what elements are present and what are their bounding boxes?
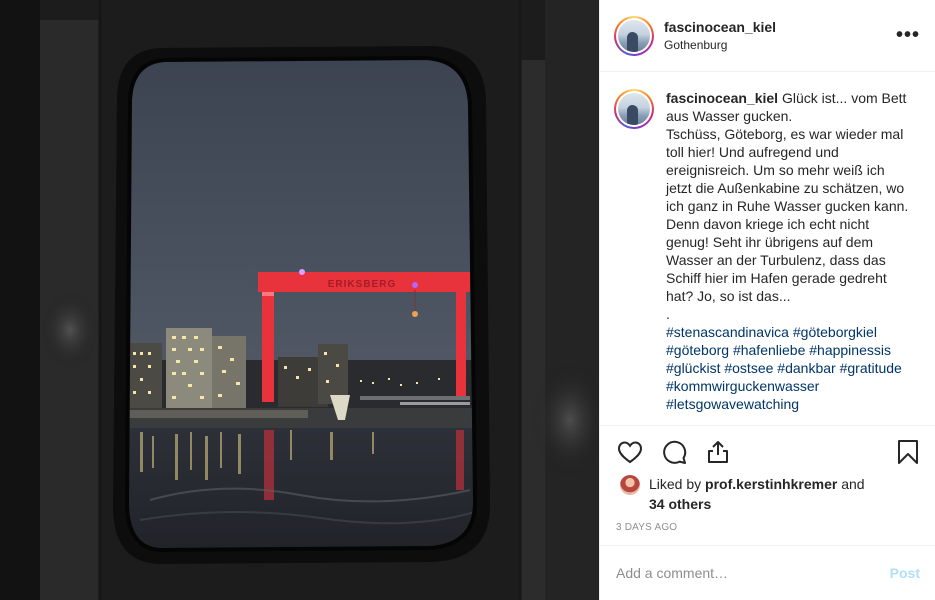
- avatar-image: [618, 19, 650, 52]
- liker-username[interactable]: prof.kerstinhkremer: [705, 476, 837, 492]
- instagram-post: ERIKSBERG fascinocean_kiel Gothenburg ••…: [0, 0, 935, 600]
- caption-area: fascinocean_kiel Glück ist... vom Bett a…: [600, 73, 935, 425]
- post-side-panel: fascinocean_kiel Gothenburg ••• fascinoc…: [599, 0, 935, 600]
- post-location[interactable]: Gothenburg: [664, 36, 776, 54]
- hashtag-line: #kommwirguckenwasser: [666, 377, 922, 395]
- post-photo[interactable]: ERIKSBERG: [0, 0, 599, 600]
- share-icon[interactable]: [704, 438, 732, 466]
- comment-input[interactable]: [616, 565, 890, 581]
- post-header: fascinocean_kiel Gothenburg •••: [600, 0, 935, 72]
- hashtag-link[interactable]: #hafenliebe: [733, 342, 805, 358]
- comment-bubble-icon[interactable]: [660, 438, 688, 466]
- hashtag-line: #stenascandinavica #göteborgkiel: [666, 323, 922, 341]
- caption-text: fascinocean_kiel Glück ist... vom Bett a…: [666, 89, 922, 413]
- caption-username[interactable]: fascinocean_kiel: [666, 90, 778, 106]
- caption-line: Denn davon kriege ich echt nicht: [666, 216, 870, 232]
- likes-text: Liked by prof.kerstinhkremer and 34 othe…: [649, 474, 865, 514]
- caption-line-text: Glück ist... vom Bett: [781, 90, 907, 106]
- caption-line: ich ganz in Ruhe Wasser gucken kann.: [666, 198, 909, 214]
- hashtag-link[interactable]: #gratitude: [840, 360, 902, 376]
- author-username[interactable]: fascinocean_kiel: [664, 18, 776, 36]
- heart-icon[interactable]: [616, 438, 644, 466]
- caption-line: genug! Seht ihr übrigens auf dem: [666, 234, 874, 250]
- likes-connector: and: [837, 476, 865, 492]
- caption-line: aus Wasser gucken.: [666, 108, 793, 124]
- more-options-icon[interactable]: •••: [896, 25, 920, 45]
- caption-line: Tschüss, Göteborg, es war wieder mal: [666, 126, 904, 142]
- caption-line: ereignisreich. Um so mehr weiß ich: [666, 162, 885, 178]
- hashtag-link[interactable]: #ostsee: [724, 360, 773, 376]
- hashtag-line: #letsgowavewatching: [666, 395, 922, 413]
- liker-avatar[interactable]: [620, 475, 640, 495]
- caption-avatar[interactable]: [614, 89, 654, 129]
- caption-row: fascinocean_kiel Glück ist... vom Bett a…: [614, 89, 922, 413]
- hashtag-link[interactable]: #letsgowavewatching: [666, 396, 799, 412]
- hashtag-line: #glückist #ostsee #dankbar #gratitude: [666, 359, 922, 377]
- hashtag-link[interactable]: #happinessis: [809, 342, 891, 358]
- post-timestamp[interactable]: 3 DAYS AGO: [616, 522, 677, 533]
- hashtag-link[interactable]: #stenascandinavica: [666, 324, 789, 340]
- action-icons: [616, 438, 922, 466]
- likes-summary: Liked by prof.kerstinhkremer and 34 othe…: [620, 474, 865, 514]
- porthole-photo-illustration: ERIKSBERG: [0, 0, 599, 600]
- caption-line: .: [666, 306, 670, 322]
- hashtag-link[interactable]: #göteborg: [666, 342, 729, 358]
- add-comment-box: Post: [600, 545, 935, 600]
- hashtag-link[interactable]: #göteborgkiel: [793, 324, 877, 340]
- author-avatar[interactable]: [614, 15, 654, 56]
- avatar-border: [616, 91, 652, 127]
- caption-line: fascinocean_kiel Glück ist... vom Bett: [666, 89, 922, 107]
- bookmark-icon[interactable]: [894, 438, 922, 466]
- post-actions-area: Liked by prof.kerstinhkremer and 34 othe…: [600, 425, 935, 545]
- avatar-border: [616, 17, 652, 54]
- caption-line: jetzt die Außenkabine zu schätzen, wo: [666, 180, 905, 196]
- hashtag-link[interactable]: #dankbar: [777, 360, 835, 376]
- avatar-image: [618, 93, 650, 125]
- caption-line: toll hier! Und aufregend und: [666, 144, 839, 160]
- hashtag-line: #göteborg #hafenliebe #happinessis: [666, 341, 922, 359]
- hashtag-link[interactable]: #kommwirguckenwasser: [666, 378, 819, 394]
- header-text: fascinocean_kiel Gothenburg: [664, 18, 776, 54]
- caption-line: Wasser an der Turbulenz, dass das: [666, 252, 886, 268]
- post-comment-button[interactable]: Post: [890, 565, 920, 581]
- caption-line: hat? Jo, so ist das...: [666, 288, 791, 304]
- hashtag-link[interactable]: #glückist: [666, 360, 720, 376]
- likes-prefix: Liked by: [649, 476, 706, 492]
- caption-line: Schiff hier im Hafen gerade gedreht: [666, 270, 887, 286]
- likes-others-link[interactable]: 34 others: [649, 496, 711, 512]
- crane-sign-text: ERIKSBERG: [328, 279, 396, 290]
